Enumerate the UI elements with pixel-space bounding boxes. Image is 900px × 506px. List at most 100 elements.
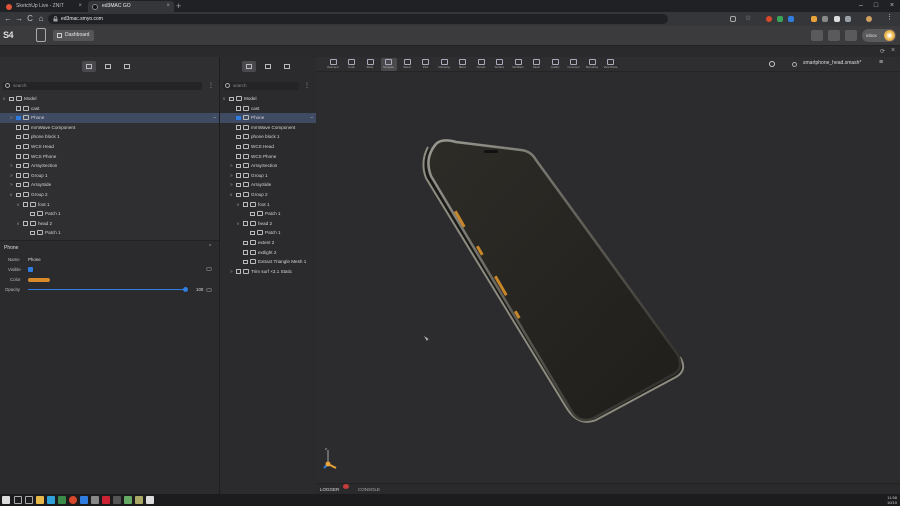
visibility-checkbox[interactable] (16, 154, 21, 159)
toolbar-clamping-button[interactable]: Clamping (436, 58, 452, 71)
name-field[interactable]: Phone (28, 257, 41, 262)
mid-panel-menu-icon[interactable]: ⋮ (304, 82, 310, 90)
tree-row[interactable]: > ArraySide (0, 180, 219, 190)
browser-menu-icon[interactable]: ⋮ (886, 13, 893, 21)
toolbar-view-mode-button[interactable]: View Mode (603, 58, 619, 71)
visibility-checkbox[interactable] (236, 144, 241, 149)
visibility-checkbox[interactable] (229, 96, 234, 101)
tree-row[interactable]: mmWave Component (220, 123, 316, 133)
tab-layers[interactable] (101, 61, 115, 72)
toolbar-redo-button[interactable]: Redo (362, 58, 378, 71)
tree-row[interactable]: WCS Head (220, 142, 316, 152)
chevron-down-icon[interactable]: v (237, 219, 239, 229)
visibility-checkbox[interactable] (16, 163, 21, 169)
visibility-checkbox[interactable] (236, 134, 241, 140)
visibility-checkbox[interactable] (243, 221, 248, 226)
visibility-checkbox[interactable] (243, 250, 248, 255)
visibility-checkbox[interactable] (16, 106, 21, 111)
tree-row[interactable]: Patch 1 (220, 209, 316, 219)
tree-row[interactable]: Patch 1 (220, 228, 316, 238)
tree-row[interactable]: phone block 1 (220, 132, 316, 142)
tree-row[interactable]: v foot 1 (220, 200, 316, 210)
visibility-checkbox[interactable] (250, 230, 255, 236)
chevron-right-icon[interactable]: > (10, 180, 13, 190)
tree-row[interactable]: v Model (0, 94, 219, 104)
reload-button[interactable]: C (25, 13, 35, 25)
visibility-checkbox[interactable] (236, 163, 241, 169)
extension-gray-icon[interactable] (822, 16, 828, 22)
visibility-checkbox[interactable] (243, 240, 248, 245)
profile-avatar-icon[interactable] (866, 16, 872, 22)
color-swatch[interactable] (28, 278, 50, 282)
toolbar-reimport-button[interactable]: Reimport (325, 58, 341, 71)
chevron-down-icon[interactable]: v (17, 200, 19, 210)
chevron-down-icon[interactable]: v (10, 190, 12, 200)
app-icon-1[interactable] (58, 496, 66, 504)
chevron-down-icon[interactable]: v (3, 94, 5, 104)
toolbar-bend-button[interactable]: Bend (455, 58, 471, 71)
visibility-checkbox[interactable] (16, 134, 21, 140)
mid-search-input[interactable]: search (223, 82, 299, 90)
visibility-checkbox[interactable] (243, 202, 248, 207)
tree-row[interactable]: mmWave Component (0, 123, 219, 133)
share-icon[interactable] (730, 16, 736, 22)
tree-row[interactable]: cast (0, 104, 219, 114)
maximize-icon[interactable]: □ (869, 0, 883, 12)
visibility-checkbox[interactable] (236, 115, 241, 121)
explorer-icon[interactable] (36, 496, 44, 504)
toolbar-curves-button[interactable]: Curves (473, 58, 489, 71)
chevron-right-icon[interactable]: > (230, 171, 233, 181)
hamburger-menu-icon[interactable]: ≡ (879, 59, 883, 66)
opacity-slider-thumb[interactable] (183, 287, 188, 292)
edge-icon[interactable] (47, 496, 55, 504)
toolbar-undo-button[interactable]: Undo (344, 58, 360, 71)
visibility-checkbox[interactable] (16, 173, 21, 178)
tree-row[interactable]: > Group 1 (220, 171, 316, 181)
visibility-checkbox[interactable] (16, 182, 21, 188)
visibility-checkbox[interactable] (236, 173, 241, 178)
tab-stats[interactable] (120, 61, 134, 72)
tree-row[interactable]: extent 2 (220, 238, 316, 248)
toolbar-surface-button[interactable]: Surface (492, 58, 508, 71)
tree-row[interactable]: WCS Phone (220, 152, 316, 162)
opacity-value[interactable]: 100 (196, 287, 203, 292)
visibility-checkbox[interactable] (243, 259, 248, 265)
app-icon-2[interactable] (91, 496, 99, 504)
chevron-right-icon[interactable]: > (10, 161, 13, 171)
tree-row[interactable]: > ArraySide (220, 180, 316, 190)
taskbar-clock[interactable]: 11:58 10/10 (887, 495, 897, 505)
visibility-checkbox[interactable] (236, 192, 241, 197)
panel-close-icon[interactable]: × (891, 47, 895, 54)
tree-row[interactable]: Phone – (220, 113, 316, 123)
visibility-checkbox[interactable] (236, 106, 241, 111)
extension-white-icon[interactable] (834, 16, 840, 22)
toolbar-select-button[interactable]: Select (399, 58, 415, 71)
chevron-right-icon[interactable]: > (230, 161, 233, 171)
visibility-checkbox[interactable] (236, 182, 241, 188)
home-button[interactable]: ⌂ (36, 13, 46, 25)
tab-model[interactable] (82, 61, 96, 72)
close-tab-icon[interactable]: × (166, 1, 170, 12)
tree-row[interactable]: phone block 1 (0, 132, 219, 142)
browser-tab-1[interactable]: SketchUp Live - ZNIT × (2, 1, 86, 12)
visibility-checkbox[interactable] (236, 154, 241, 159)
visibility-checkbox[interactable] (236, 269, 241, 274)
app-icon-3[interactable] (102, 496, 110, 504)
app-icon-5[interactable] (124, 496, 132, 504)
tab-scene[interactable] (242, 61, 256, 72)
visible-checkbox[interactable] (28, 267, 33, 272)
phone-3d-model[interactable] (316, 72, 900, 483)
new-tab-button[interactable]: + (176, 1, 181, 11)
chrome-icon[interactable] (69, 496, 77, 504)
app-icon-7[interactable] (146, 496, 154, 504)
tree-row[interactable]: > Trim surf ×3.1 Static (220, 267, 316, 277)
search-taskbar-icon[interactable] (14, 496, 22, 504)
camera-icon[interactable] (845, 30, 857, 41)
app-icon-6[interactable] (135, 496, 143, 504)
search-icon[interactable] (769, 61, 775, 67)
back-button[interactable]: ← (3, 13, 13, 25)
tree-row[interactable]: v head 2 (0, 219, 219, 229)
extension-green-icon[interactable] (777, 16, 783, 22)
tree-row[interactable]: WCS Head (0, 142, 219, 152)
visible-reset-icon[interactable] (206, 267, 212, 271)
